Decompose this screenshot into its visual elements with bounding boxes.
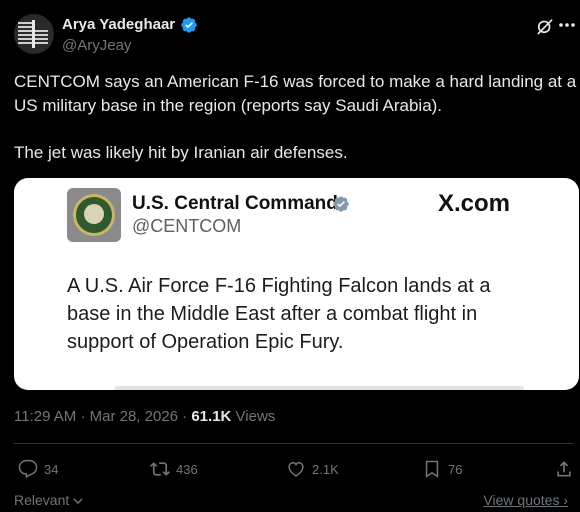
- meta-separator: ·: [182, 408, 192, 425]
- tweet-date[interactable]: Mar 28, 2026: [90, 408, 178, 425]
- embedded-post-image[interactable]: U.S. Central Command @CENTCOM X.com A U.…: [14, 178, 579, 390]
- avatar[interactable]: [14, 14, 54, 54]
- more-options-icon[interactable]: [558, 22, 576, 28]
- card-body-line: support of Operation Epic Fury.: [67, 331, 344, 353]
- card-body-line: base in the Middle East after a combat f…: [67, 303, 478, 325]
- bookmark-button[interactable]: 76: [422, 456, 462, 482]
- share-button[interactable]: [554, 456, 574, 482]
- repost-count: 436: [176, 461, 198, 477]
- bookmark-icon: [425, 460, 439, 478]
- reply-icon: [18, 459, 38, 479]
- tweet-text: CENTCOM says an American F-16 was forced…: [14, 70, 577, 165]
- tweet-line: US military base in the region (reports …: [14, 96, 443, 115]
- grok-icon[interactable]: [535, 16, 555, 36]
- chevron-right-icon: ›: [563, 492, 568, 508]
- card-author-name: U.S. Central Command: [132, 193, 338, 214]
- view-quotes-link[interactable]: View quotes ›: [483, 492, 568, 508]
- like-button[interactable]: 2.1K: [286, 456, 339, 482]
- relevant-sort-dropdown[interactable]: Relevant: [14, 492, 83, 508]
- tweet-time[interactable]: 11:29 AM: [14, 408, 76, 425]
- card-body-line: A U.S. Air Force F-16 Fighting Falcon la…: [67, 275, 491, 297]
- tweet-line: The jet was likely hit by Iranian air de…: [14, 143, 348, 162]
- bookmark-count: 76: [448, 461, 463, 477]
- card-body-text: A U.S. Air Force F-16 Fighting Falcon la…: [67, 272, 547, 356]
- verified-badge-icon: [181, 17, 197, 33]
- relevant-label: Relevant: [14, 492, 70, 508]
- meta-separator: ·: [80, 408, 90, 425]
- views-count: 61.1K: [191, 408, 232, 425]
- chevron-down-icon: [73, 498, 83, 505]
- tweet-header: Arya Yadeghaar @AryJeay: [14, 14, 575, 56]
- repost-button[interactable]: 436: [150, 456, 198, 482]
- divider: [14, 443, 574, 444]
- centcom-seal-logo: [67, 188, 121, 242]
- tweet-line: CENTCOM says an American F-16 was forced…: [14, 72, 577, 91]
- card-bottom-edge: [114, 386, 524, 390]
- action-bar: 34 436 2.1K 76: [14, 456, 574, 482]
- gray-verified-badge-icon: [333, 196, 349, 212]
- like-count: 2.1K: [312, 461, 339, 477]
- repost-icon: [150, 462, 170, 476]
- view-quotes-label: View quotes: [483, 492, 560, 508]
- reply-count: 34: [44, 461, 59, 477]
- reply-button[interactable]: 34: [18, 456, 58, 482]
- author-name[interactable]: Arya Yadeghaar: [62, 16, 175, 33]
- share-icon: [557, 461, 571, 477]
- tweet-meta: 11:29 AM · Mar 28, 2026 · 61.1K Views: [14, 408, 275, 425]
- heart-icon: [288, 461, 304, 477]
- views-label: Views: [235, 408, 276, 425]
- card-source-label: X.com: [438, 190, 511, 217]
- card-author-handle: @CENTCOM: [132, 216, 242, 236]
- author-handle[interactable]: @AryJeay: [62, 37, 131, 54]
